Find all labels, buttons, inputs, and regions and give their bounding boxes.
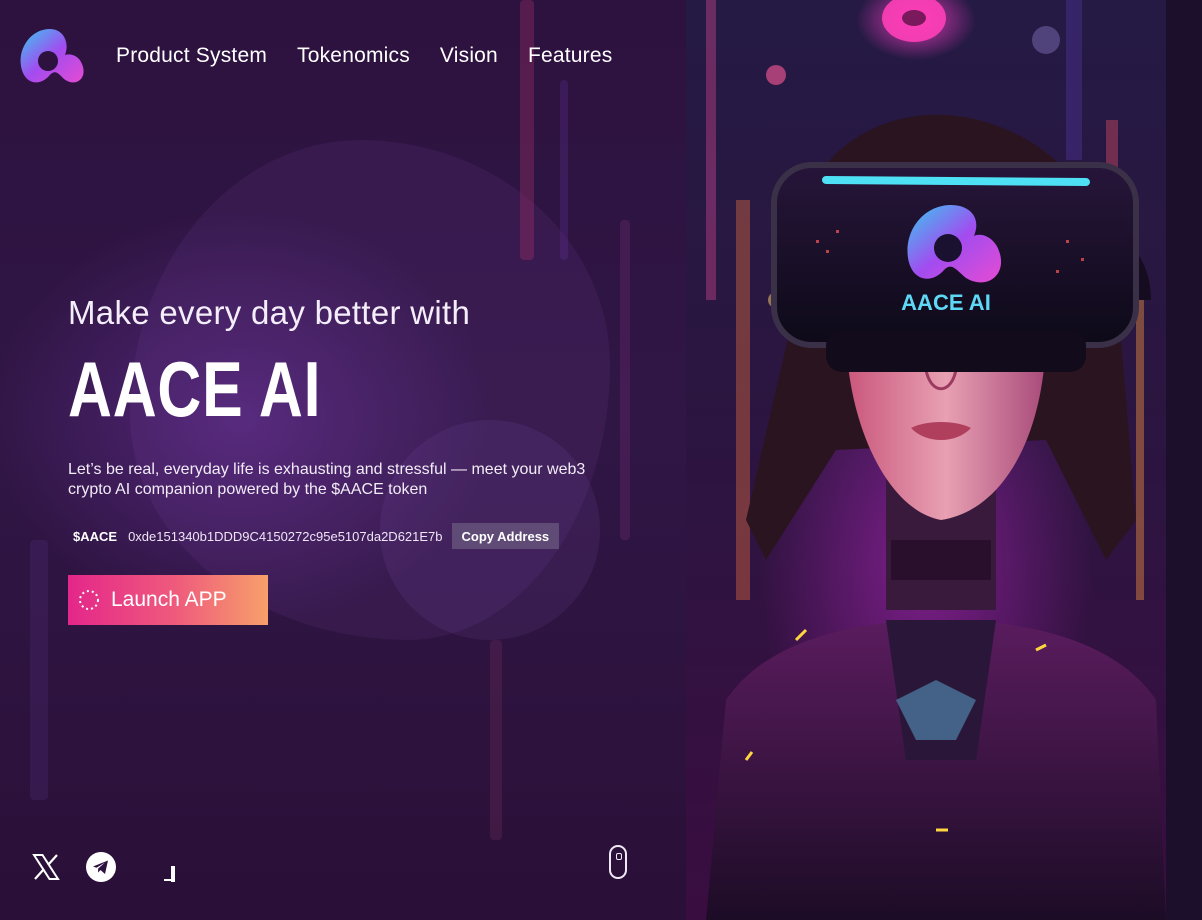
nav-features[interactable]: Features — [528, 44, 612, 68]
token-symbol: $AACE — [73, 528, 118, 544]
text-cursor-icon — [171, 866, 175, 882]
hero-brand-title: AACE AI — [68, 345, 322, 433]
background-light-streak — [490, 640, 502, 840]
main-nav: Product System Tokenomics Vision Feature… — [116, 44, 612, 68]
background-light-streak — [520, 0, 534, 260]
page-edge — [1166, 0, 1202, 920]
background-light-streak — [30, 540, 48, 800]
hero-description: Let’s be real, everyday life is exhausti… — [68, 461, 586, 498]
nav-tokenomics[interactable]: Tokenomics — [297, 44, 410, 68]
scroll-down-mouse-icon[interactable] — [609, 845, 627, 879]
vr-woman-illustration: AACE AI — [706, 0, 1166, 920]
copy-address-button[interactable]: Copy Address — [451, 523, 560, 549]
x-icon[interactable] — [29, 850, 63, 884]
spinner-icon — [79, 590, 99, 610]
launch-app-label: Launch APP — [111, 588, 227, 611]
telegram-icon[interactable] — [84, 850, 118, 884]
visor-label: AACE AI — [901, 290, 991, 315]
hero-image: AACE AI — [686, 0, 1166, 920]
text-cursor-base — [164, 879, 171, 881]
token-address[interactable]: 0xde151340b1DDD9C4150272c95e5107da2D621E… — [128, 529, 442, 544]
background-light-streak — [560, 80, 568, 260]
hero-tagline: Make every day better with — [68, 294, 471, 331]
launch-app-button[interactable]: Launch APP — [68, 575, 268, 625]
token-address-row: $AACE 0xde151340b1DDD9C4150272c95e5107da… — [68, 523, 560, 549]
nav-product-system[interactable]: Product System — [116, 44, 267, 68]
background-light-streak — [620, 220, 630, 540]
aace-logo[interactable] — [20, 28, 84, 86]
nav-vision[interactable]: Vision — [440, 44, 498, 68]
